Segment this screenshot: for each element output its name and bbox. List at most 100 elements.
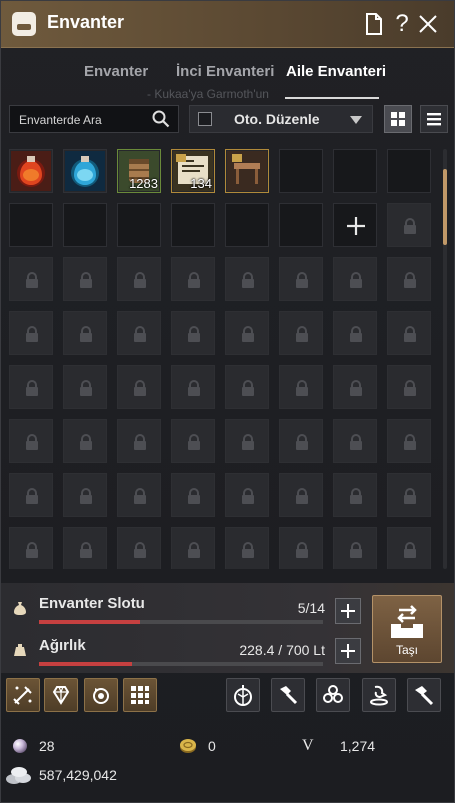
- inventory-slot-item[interactable]: 1283: [117, 149, 161, 193]
- blue-potion-icon: [65, 151, 105, 191]
- tab-pearl-inventory[interactable]: İnci Envanteri: [176, 63, 274, 80]
- auto-sort-label: Oto. Düzenle: [234, 111, 320, 127]
- inventory-slot-item[interactable]: [9, 149, 53, 193]
- search-input[interactable]: [10, 106, 157, 134]
- inventory-slot-item[interactable]: [225, 149, 269, 193]
- scrollbar-thumb[interactable]: [443, 169, 447, 245]
- table-icon: [227, 151, 267, 191]
- repair-button[interactable]: [407, 678, 441, 712]
- title-bar[interactable]: Envanter ?: [1, 1, 454, 48]
- add-weight-button[interactable]: [335, 638, 361, 664]
- grid-view-button[interactable]: [384, 105, 412, 133]
- lock-icon: [296, 488, 308, 504]
- inventory-slot-empty[interactable]: [333, 149, 377, 193]
- add-slot-button[interactable]: [335, 598, 361, 624]
- auto-sort-checkbox[interactable]: [198, 112, 212, 126]
- gem-tool-button[interactable]: [44, 678, 78, 712]
- auto-sort-dropdown[interactable]: Oto. Düzenle: [189, 105, 373, 133]
- craft-grid-button[interactable]: [123, 678, 157, 712]
- weight-label: Ağırlık: [39, 637, 86, 654]
- inventory-slot-locked: [9, 311, 53, 355]
- weight-icon: [14, 644, 26, 656]
- lock-icon: [404, 434, 416, 450]
- cycle-tool-button[interactable]: [84, 678, 118, 712]
- inventory-slot-empty[interactable]: [117, 203, 161, 247]
- document-icon[interactable]: [361, 10, 387, 38]
- move-button[interactable]: Taşı: [372, 595, 442, 663]
- repair-hammer-icon: [415, 686, 434, 706]
- inventory-slot-empty[interactable]: [279, 149, 323, 193]
- lock-icon: [242, 488, 254, 504]
- lock-icon: [296, 380, 308, 396]
- list-view-button[interactable]: [420, 105, 448, 133]
- coin-token-icon: [180, 739, 196, 753]
- inventory-slot-locked: [387, 257, 431, 301]
- transfer-box-icon: [391, 605, 423, 638]
- lock-icon: [404, 272, 416, 288]
- pearl-count: 28: [39, 738, 55, 754]
- search-box[interactable]: [9, 105, 179, 134]
- tab-family-inventory[interactable]: Aile Envanteri: [286, 63, 386, 80]
- inventory-slot-locked: [279, 257, 323, 301]
- inventory-scrollbar[interactable]: [443, 149, 447, 569]
- dropdown-arrow-icon: [350, 116, 362, 124]
- help-icon[interactable]: ?: [389, 10, 415, 38]
- lock-icon: [80, 326, 92, 342]
- inventory-slot-locked: [9, 257, 53, 301]
- lock-icon: [242, 272, 254, 288]
- alchemy-stone-button[interactable]: [226, 678, 260, 712]
- lock-icon: [242, 380, 254, 396]
- lock-icon: [26, 272, 38, 288]
- lock-icon: [188, 380, 200, 396]
- inventory-slot-locked: [171, 473, 215, 517]
- enhance-tool-button[interactable]: [6, 678, 40, 712]
- inventory-slot-locked: [171, 365, 215, 409]
- lock-icon: [188, 326, 200, 342]
- hammer-icon: [280, 686, 298, 705]
- plus-icon: [347, 217, 365, 235]
- red-potion-icon: [11, 151, 51, 191]
- money-bag-icon: [14, 602, 26, 615]
- hammer-button[interactable]: [271, 678, 305, 712]
- inventory-slot-empty[interactable]: [225, 203, 269, 247]
- inventory-slot-locked: [117, 365, 161, 409]
- lock-icon: [80, 434, 92, 450]
- inventory-slot-locked: [225, 527, 269, 569]
- weight-bar-fill: [39, 662, 132, 666]
- inventory-slot-locked: [63, 311, 107, 355]
- lock-icon: [404, 488, 416, 504]
- inventory-slot-empty[interactable]: [387, 149, 431, 193]
- inventory-slot-item[interactable]: [63, 149, 107, 193]
- lock-icon: [26, 434, 38, 450]
- inventory-slot-item[interactable]: 134: [171, 149, 215, 193]
- lock-icon: [296, 542, 308, 558]
- inventory-slot-empty[interactable]: [9, 203, 53, 247]
- inventory-slot-locked: [63, 257, 107, 301]
- slot-bar-fill: [39, 620, 141, 624]
- lock-icon: [296, 434, 308, 450]
- lock-icon: [26, 488, 38, 504]
- inventory-slot-locked: [279, 473, 323, 517]
- lock-icon: [350, 326, 362, 342]
- move-button-label: Taşı: [395, 643, 418, 657]
- close-icon[interactable]: [415, 10, 441, 38]
- lock-icon: [404, 380, 416, 396]
- manos-button[interactable]: [362, 678, 396, 712]
- inventory-slot-empty[interactable]: [63, 203, 107, 247]
- inventory-slot-locked: [63, 365, 107, 409]
- inventory-slot-empty[interactable]: [171, 203, 215, 247]
- item-quantity: 134: [190, 176, 212, 191]
- inventory-slot-locked: [117, 527, 161, 569]
- lock-icon: [242, 542, 254, 558]
- knot-button[interactable]: [316, 678, 350, 712]
- lock-icon: [134, 326, 146, 342]
- lock-icon: [404, 218, 416, 234]
- lock-icon: [134, 380, 146, 396]
- add-slot-cell[interactable]: [333, 203, 377, 247]
- inventory-slot-empty[interactable]: [279, 203, 323, 247]
- inventory-slot-locked: [63, 527, 107, 569]
- slot-bar: [39, 620, 323, 624]
- inventory-slot-locked: [387, 203, 431, 247]
- search-icon[interactable]: [152, 110, 170, 128]
- tab-inventory[interactable]: Envanter: [84, 63, 148, 80]
